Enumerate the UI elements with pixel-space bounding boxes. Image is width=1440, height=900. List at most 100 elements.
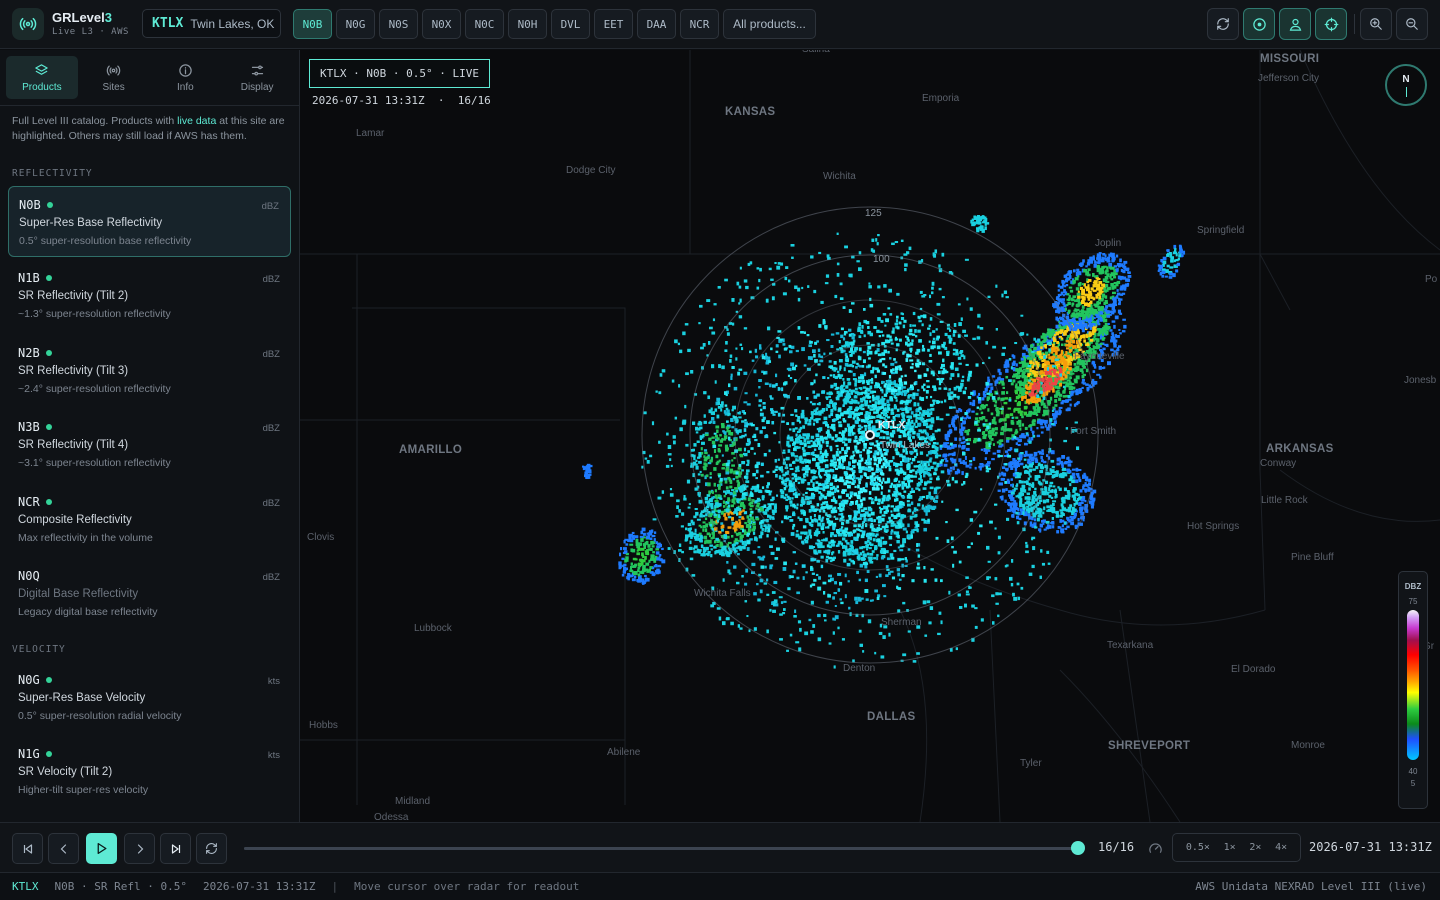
radar-echo-pixel — [929, 480, 932, 484]
product-unit: dBZ — [262, 498, 280, 509]
radar-echo-pixel — [809, 534, 813, 539]
radar-echo-pixel — [863, 558, 866, 561]
radar-echo-pixel — [1045, 380, 1048, 383]
radar-echo-pixel — [815, 433, 820, 438]
radar-echo-pixel — [858, 376, 862, 379]
radar-echo-pixel — [882, 412, 886, 416]
radar-echo-pixel — [854, 517, 857, 521]
radar-echo-pixel — [1081, 288, 1086, 292]
radar-echo-pixel — [930, 411, 933, 416]
radar-map[interactable]: KANSASMISSOURIARKANSASSalinaEmporiaJeffe… — [300, 50, 1440, 822]
user-location-toggle[interactable] — [1279, 8, 1311, 40]
radar-echo-pixel — [944, 445, 947, 448]
radar-echo-pixel — [792, 472, 796, 476]
tab-info-label: Info — [177, 81, 194, 93]
radar-echo-pixel — [877, 594, 881, 598]
range-rings-toggle[interactable] — [1243, 8, 1275, 40]
radar-echo-pixel — [905, 451, 908, 455]
boundary-line — [989, 609, 1001, 822]
all-products-button[interactable]: All products... — [723, 9, 816, 39]
radar-echo-pixel — [963, 355, 966, 360]
radar-echo-pixel — [1081, 291, 1085, 296]
product-button-ncr[interactable]: NCR — [680, 9, 719, 39]
radar-echo-pixel — [948, 337, 953, 341]
zoom-in-button[interactable] — [1360, 8, 1392, 40]
product-button-daa[interactable]: DAA — [637, 9, 676, 39]
zoom-out-button[interactable] — [1396, 8, 1428, 40]
product-button-n0c[interactable]: N0C — [465, 9, 504, 39]
product-button-n0h[interactable]: N0H — [508, 9, 547, 39]
radar-echo-pixel — [1061, 322, 1066, 326]
radar-echo-pixel — [872, 390, 877, 393]
radar-echo-pixel — [1075, 391, 1079, 396]
radar-echo-pixel — [751, 359, 755, 362]
product-item-ncr[interactable]: NCR dBZ Composite Reflectivity Max reflecti… — [8, 484, 291, 555]
radar-echo-pixel — [1010, 382, 1014, 386]
radar-echo-pixel — [1061, 373, 1064, 376]
radar-echo-pixel — [868, 491, 872, 495]
product-button-dvl[interactable]: DVL — [551, 9, 590, 39]
radar-echo-pixel — [917, 503, 921, 507]
radar-echo-pixel — [798, 476, 802, 480]
zoom-out-icon — [1406, 18, 1418, 30]
radar-echo-pixel — [792, 512, 796, 517]
product-unit: dBZ — [261, 201, 279, 212]
crosshair-toggle[interactable] — [1315, 8, 1347, 40]
radar-echo-pixel — [1027, 510, 1031, 514]
radar-echo-pixel — [746, 403, 751, 406]
tab-products[interactable]: Products — [6, 56, 78, 99]
radar-echo-pixel — [1119, 298, 1123, 301]
radar-echo-pixel — [1049, 396, 1053, 401]
product-item-n1b[interactable]: N1B dBZ SR Reflectivity (Tilt 2) ~1.3° supe… — [8, 260, 291, 331]
radar-echo-pixel — [1070, 390, 1075, 394]
radar-echo-pixel — [873, 452, 877, 457]
tab-info[interactable]: Info — [150, 56, 222, 99]
product-code: N1B — [18, 271, 281, 285]
radar-echo-pixel — [1075, 365, 1080, 369]
radar-echo-pixel — [795, 349, 799, 353]
radar-echo-pixel — [772, 413, 776, 416]
radar-echo-pixel — [945, 460, 949, 463]
radar-echo-pixel — [843, 401, 848, 405]
radar-echo-pixel — [925, 432, 929, 436]
radar-echo-pixel — [1096, 257, 1100, 260]
radar-echo-pixel — [1048, 386, 1051, 390]
product-item-n0b[interactable]: N0B dBZ Super-Res Base Reflectivity 0.5° su… — [8, 186, 291, 257]
tab-display[interactable]: Display — [221, 56, 293, 99]
radar-echo-pixel — [925, 495, 929, 500]
radar-echo-pixel — [1062, 359, 1066, 364]
product-button-n0s[interactable]: N0S — [379, 9, 418, 39]
refresh-button[interactable] — [1207, 8, 1239, 40]
radar-echo-pixel — [812, 470, 816, 474]
product-item-n2b[interactable]: N2B dBZ SR Reflectivity (Tilt 3) ~2.4° supe… — [8, 335, 291, 406]
product-item-n0q[interactable]: N0Q dBZ Digital Base Reflectivity Legacy di… — [8, 558, 291, 629]
radar-echo-pixel — [825, 600, 829, 604]
radar-echo-pixel — [825, 558, 829, 563]
radar-echo-pixel — [885, 509, 890, 513]
product-button-n0b[interactable]: N0B — [293, 9, 332, 39]
radar-echo-pixel — [858, 438, 862, 442]
radar-echo-pixel — [866, 533, 870, 538]
product-button-eet[interactable]: EET — [594, 9, 633, 39]
radar-echo-pixel — [869, 442, 873, 445]
radar-echo-pixel — [846, 562, 851, 567]
radar-echo-pixel — [800, 531, 805, 535]
product-item-n1g[interactable]: N1G kts SR Velocity (Tilt 2) Higher-tilt su… — [8, 736, 291, 807]
radar-echo-pixel — [997, 489, 1001, 492]
product-button-n0g[interactable]: N0G — [336, 9, 375, 39]
radar-echo-pixel — [847, 552, 851, 556]
radar-echo-pixel — [935, 328, 938, 331]
radar-echo-pixel — [1055, 414, 1058, 418]
radar-echo-pixel — [930, 345, 935, 350]
tab-sites[interactable]: Sites — [78, 56, 150, 99]
radar-echo-pixel — [848, 516, 852, 521]
product-button-n0x[interactable]: N0X — [422, 9, 461, 39]
radar-echo-pixel — [774, 537, 777, 541]
radar-echo-pixel — [766, 578, 769, 582]
product-item-n3b[interactable]: N3B dBZ SR Reflectivity (Tilt 4) ~3.1° supe… — [8, 409, 291, 480]
site-selector[interactable]: KTLX Twin Lakes, OK — [142, 9, 281, 38]
product-code: N1G — [18, 747, 281, 761]
radar-echo-pixel — [886, 550, 889, 554]
product-item-n0g[interactable]: N0G kts Super-Res Base Velocity 0.5° super-… — [8, 662, 291, 733]
radar-echo-pixel — [918, 483, 922, 486]
